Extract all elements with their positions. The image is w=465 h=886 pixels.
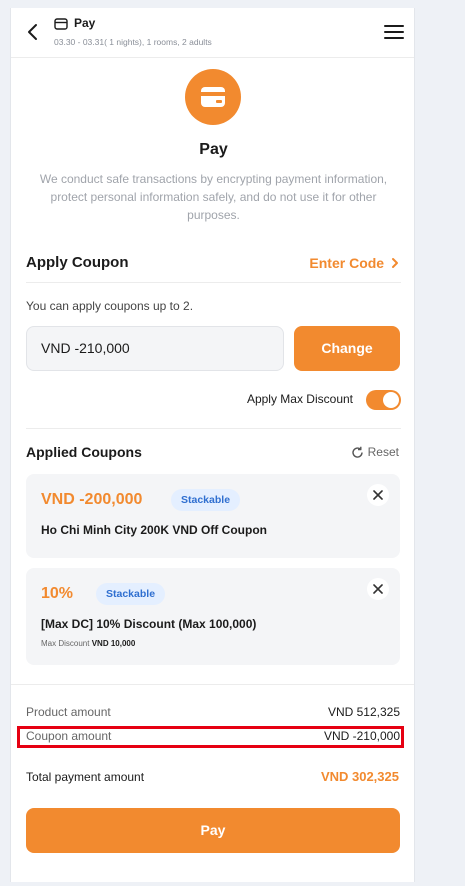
card-small-icon [54, 17, 68, 30]
coupon-name: Ho Chi Minh City 200K VND Off Coupon [41, 523, 267, 537]
reset-label: Reset [367, 445, 399, 459]
stackable-badge: Stackable [96, 583, 166, 605]
remove-coupon-button[interactable] [367, 578, 389, 600]
refresh-icon [351, 446, 363, 458]
chevron-right-icon [392, 258, 398, 268]
coupon-amount: VND -200,000 [41, 491, 143, 508]
max-discount-value: VND 10,000 [91, 639, 136, 648]
coupon-card: 10% Stackable [Max DC] 10% Discount (Max… [26, 568, 400, 665]
divider [11, 684, 414, 685]
total-payment-value: VND 302,325 [320, 769, 399, 784]
remove-coupon-button[interactable] [367, 484, 389, 506]
stackable-badge: Stackable [171, 489, 241, 511]
back-chevron-icon[interactable] [25, 22, 41, 42]
apply-max-discount-label: Apply Max Discount [246, 392, 353, 406]
product-amount-label: Product amount [26, 705, 111, 719]
applied-coupons-title: Applied Coupons [26, 444, 142, 460]
close-icon [373, 584, 383, 594]
divider [26, 282, 401, 283]
enter-code-label: Enter Code [309, 255, 385, 271]
pay-button[interactable]: Pay [26, 808, 400, 853]
change-button[interactable]: Change [294, 326, 400, 371]
reset-button[interactable]: Reset [351, 445, 399, 459]
header-subtitle: 03.30 - 03.31( 1 nights), 1 rooms, 2 adu… [54, 37, 212, 47]
coupon-amount-highlight [17, 726, 404, 748]
credit-card-icon [185, 69, 241, 125]
divider [26, 428, 401, 429]
payment-panel: Pay 03.30 - 03.31( 1 nights), 1 rooms, 2… [10, 8, 415, 882]
coupon-name: [Max DC] 10% Discount (Max 100,000) [41, 617, 257, 631]
max-discount-info: Max Discount VND 10,000 [41, 639, 135, 648]
coupon-amount: 10% [41, 585, 74, 602]
total-payment-label: Total payment amount [26, 770, 145, 784]
max-discount-label: Max Discount [41, 639, 90, 648]
hamburger-menu-icon[interactable] [384, 24, 404, 40]
pay-title: Pay [199, 141, 228, 158]
coupon-limit-note: You can apply coupons up to 2. [26, 299, 194, 313]
enter-code-link[interactable]: Enter Code [309, 255, 399, 271]
pay-description: We conduct safe transactions by encrypti… [39, 172, 388, 222]
apply-coupon-title: Apply Coupon [26, 254, 129, 271]
toggle-knob [383, 392, 399, 408]
header-bar: Pay 03.30 - 03.31( 1 nights), 1 rooms, 2… [11, 8, 414, 58]
coupon-card: VND -200,000 Stackable Ho Chi Minh City … [26, 474, 400, 558]
apply-max-discount-toggle[interactable] [366, 390, 401, 410]
close-icon [373, 490, 383, 500]
product-amount-row: Product amount VND 512,325 [26, 702, 400, 722]
coupon-amount-field[interactable]: VND -210,000 [26, 326, 284, 371]
header-title: Pay [74, 16, 96, 30]
product-amount-value: VND 512,325 [327, 705, 400, 719]
